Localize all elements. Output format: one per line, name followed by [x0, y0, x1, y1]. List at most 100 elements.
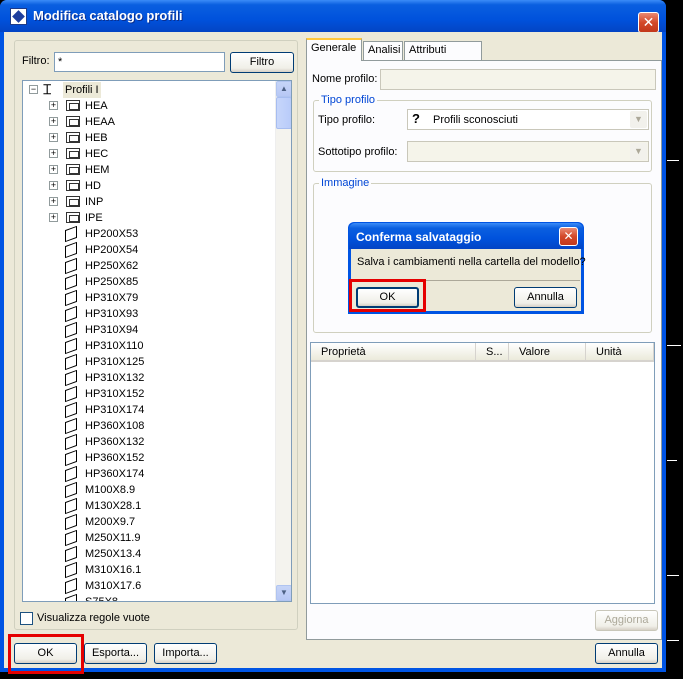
tab-generale[interactable]: Generale	[306, 38, 362, 61]
tree-item[interactable]: HP250X85	[23, 273, 273, 291]
tree-item-label: HP310X79	[85, 292, 139, 304]
profile-type-label: Tipo profilo:	[318, 114, 376, 126]
expand-icon[interactable]: +	[49, 133, 58, 142]
profile-type-select[interactable]: ? Profili sconosciuti ▼	[407, 109, 649, 130]
tree-item[interactable]: HP360X108	[23, 417, 273, 435]
tree-group[interactable]: + INP	[23, 194, 273, 210]
tree-item[interactable]: HP310X132	[23, 369, 273, 387]
tree-group[interactable]: + HD	[23, 178, 273, 194]
filter-input[interactable]	[54, 52, 225, 72]
catalog-folder-icon	[66, 196, 80, 207]
column-proprieta[interactable]: Proprietà	[311, 343, 476, 362]
expand-icon[interactable]: +	[49, 149, 58, 158]
tree-item[interactable]: HP360X174	[23, 465, 273, 483]
tree-item[interactable]: M200X9.7	[23, 513, 273, 531]
tree-item[interactable]: HP360X152	[23, 449, 273, 467]
app-icon	[10, 8, 27, 25]
profile-icon	[65, 513, 77, 531]
tree-item[interactable]: S75X8	[23, 593, 273, 601]
tree-item-label: HP310X93	[85, 308, 139, 320]
question-icon: ?	[412, 111, 420, 126]
cancel-button[interactable]: Annulla	[595, 643, 658, 664]
tree-item[interactable]: M250X13.4	[23, 545, 273, 563]
profile-icon	[65, 545, 77, 563]
tree-group-label: HEA	[85, 100, 108, 112]
tree-root[interactable]: − ⌶ Profili I	[23, 82, 273, 98]
collapse-icon[interactable]: −	[29, 85, 38, 94]
tree-item-label: M310X16.1	[85, 564, 142, 576]
tree-item-label: M130X28.1	[85, 500, 142, 512]
tree-item[interactable]: HP310X110	[23, 337, 273, 355]
profile-icon	[65, 273, 77, 291]
tree-group[interactable]: + HEAA	[23, 114, 273, 130]
tree-item[interactable]: HP310X174	[23, 401, 273, 419]
tree-item[interactable]: HP310X93	[23, 305, 273, 323]
profile-name-input[interactable]	[380, 69, 656, 90]
image-group-label: Immagine	[319, 177, 372, 189]
profile-icon	[65, 225, 77, 243]
dialog-cancel-button[interactable]: Annulla	[514, 287, 577, 308]
tree-group-label: IPE	[85, 212, 103, 224]
profile-icon	[65, 305, 77, 323]
column-s[interactable]: S...	[476, 343, 509, 362]
tree-item[interactable]: HP360X132	[23, 433, 273, 451]
dialog-close-button[interactable]: ✕	[559, 227, 578, 246]
tree-item[interactable]: HP310X152	[23, 385, 273, 403]
tree-item[interactable]: HP310X125	[23, 353, 273, 371]
tree-item[interactable]: M250X11.9	[23, 529, 273, 547]
expand-icon[interactable]: +	[49, 165, 58, 174]
tree-item-label: HP310X125	[85, 356, 145, 368]
expand-icon[interactable]: +	[49, 101, 58, 110]
update-button[interactable]: Aggiorna	[595, 610, 658, 631]
tree-item[interactable]: HP200X54	[23, 241, 273, 259]
filter-button[interactable]: Filtro	[230, 52, 294, 73]
tree-item-label: HP200X54	[85, 244, 139, 256]
import-button[interactable]: Importa...	[154, 643, 217, 664]
tree-item[interactable]: M100X8.9	[23, 481, 273, 499]
profile-tree[interactable]: ▲ ▼ − ⌶ Profili I + HEA + HEAA + HEB + HEC + HEM + HD +…	[22, 80, 292, 602]
catalog-folder-icon	[66, 180, 80, 191]
close-button[interactable]: ✕	[638, 12, 659, 33]
tree-item[interactable]: M310X17.6	[23, 577, 273, 595]
show-empty-rules-checkbox[interactable]	[20, 612, 33, 625]
column-unita[interactable]: Unità	[586, 343, 654, 362]
tree-group[interactable]: + IPE	[23, 210, 273, 226]
tree-group[interactable]: + HEC	[23, 146, 273, 162]
tree-item[interactable]: HP200X53	[23, 225, 273, 243]
background-line	[667, 640, 679, 641]
tree-item[interactable]: HP250X62	[23, 257, 273, 275]
tree-group-label: HEC	[85, 148, 109, 160]
tree-item[interactable]: M130X28.1	[23, 497, 273, 515]
tab-analisi[interactable]: Analisi	[363, 41, 403, 60]
profile-icon	[65, 369, 77, 387]
tree-root-label: Profili I	[63, 82, 101, 98]
expand-icon[interactable]: +	[49, 117, 58, 126]
tree-item-label: HP310X94	[85, 324, 139, 336]
tree-group[interactable]: + HEB	[23, 130, 273, 146]
tab-attributi-utente[interactable]: Attributi utente	[404, 41, 482, 73]
tree-group[interactable]: + HEM	[23, 162, 273, 178]
catalog-folder-icon	[66, 132, 80, 143]
profile-icon	[65, 593, 77, 601]
tree-item[interactable]: M310X16.1	[23, 561, 273, 579]
profile-type-group-label: Tipo profilo	[319, 94, 378, 106]
expand-icon[interactable]: +	[49, 213, 58, 222]
scroll-down-arrow[interactable]: ▼	[276, 585, 291, 601]
scroll-up-arrow[interactable]: ▲	[276, 81, 291, 97]
column-valore[interactable]: Valore	[509, 343, 586, 362]
tree-item[interactable]: HP310X94	[23, 321, 273, 339]
tree-group[interactable]: + HEA	[23, 98, 273, 114]
scroll-thumb[interactable]	[276, 97, 291, 129]
expand-icon[interactable]: +	[49, 181, 58, 190]
chevron-down-icon[interactable]: ▼	[630, 143, 647, 160]
tree-item[interactable]: HP310X79	[23, 289, 273, 307]
subtype-select[interactable]: ▼	[407, 141, 649, 162]
chevron-down-icon[interactable]: ▼	[630, 111, 647, 128]
export-button[interactable]: Esporta...	[84, 643, 147, 664]
tree-item-label: HP200X53	[85, 228, 139, 240]
profile-icon	[65, 337, 77, 355]
tree-scrollbar[interactable]: ▲ ▼	[275, 81, 291, 601]
expand-icon[interactable]: +	[49, 197, 58, 206]
properties-list[interactable]: Proprietà S... Valore Unità	[310, 342, 655, 604]
profile-name-label: Nome profilo:	[312, 73, 378, 85]
